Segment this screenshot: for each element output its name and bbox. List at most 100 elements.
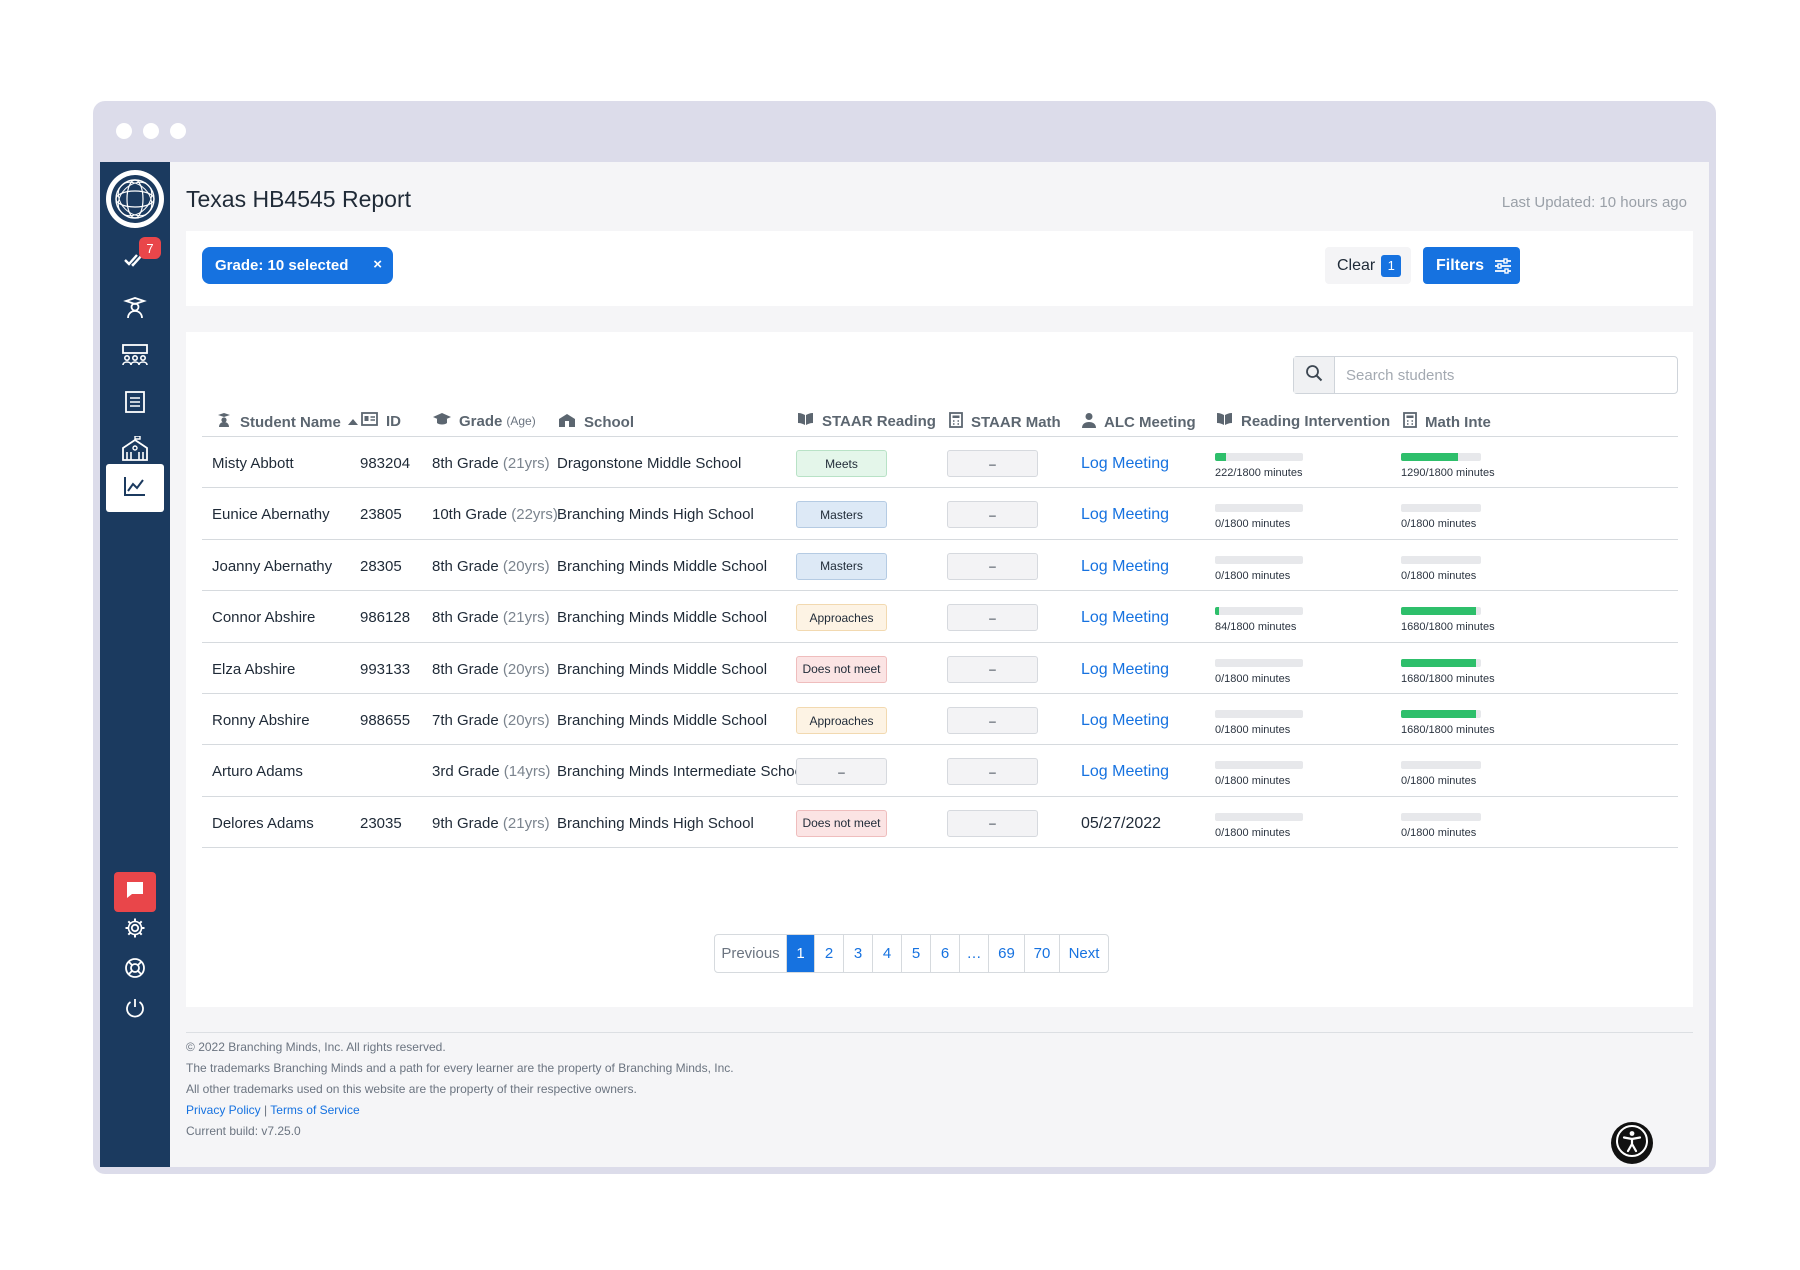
sidebar-item-logout[interactable] — [106, 986, 164, 1034]
table-row[interactable]: Elza Abshire 993133 8th Grade (20yrs) Branc… — [202, 642, 1678, 694]
terms-of-service-link[interactable]: Terms of Service — [270, 1103, 359, 1117]
table-row[interactable]: Connor Abshire 986128 8th Grade (21yrs) Bra… — [202, 590, 1678, 643]
grade-filter-chip[interactable]: Grade: 10 selected × — [202, 247, 393, 284]
reading-intervention-bar — [1215, 607, 1303, 616]
staar-reading-badge: Meets — [796, 450, 887, 477]
column-header-staar-reading[interactable]: STAAR Reading — [797, 412, 936, 430]
column-header-grade[interactable]: Grade (Age) — [433, 412, 536, 430]
column-header-staar-math[interactable]: STAAR Math — [949, 412, 1061, 432]
column-label: STAAR Reading — [822, 412, 936, 430]
column-header-student-name[interactable]: Student Name — [216, 412, 366, 432]
sidebar-item-students[interactable] — [106, 286, 164, 334]
table-row[interactable]: Misty Abbott 983204 8th Grade (21yrs) Drago… — [202, 436, 1678, 489]
clear-label: Clear — [1337, 256, 1376, 274]
sidebar: 7 — [100, 162, 170, 1167]
table-row[interactable]: Ronny Abshire 988655 7th Grade (20yrs) Bran… — [202, 693, 1678, 746]
filters-button[interactable]: Filters — [1423, 247, 1520, 284]
search-box — [1293, 356, 1678, 394]
main-content: Texas HB4545 Report Last Updated: 10 hou… — [170, 162, 1709, 1167]
search-input[interactable] — [1335, 357, 1665, 393]
grade-cell: 9th Grade (21yrs) — [432, 815, 550, 832]
sidebar-item-interventions[interactable] — [106, 380, 164, 428]
browser-window: 7 Texas HB4545 Report Last Updated: 10 h… — [93, 101, 1716, 1174]
sidebar-item-tasks[interactable]: 7 — [106, 237, 164, 285]
footer-trademark-2: All other trademarks used on this websit… — [186, 1082, 637, 1096]
accessibility-button[interactable] — [1611, 1122, 1653, 1164]
column-label: ALC Meeting — [1104, 413, 1196, 431]
student-name[interactable]: Eunice Abernathy — [212, 506, 330, 523]
math-intervention-label: 1680/1800 minutes — [1401, 621, 1495, 634]
log-meeting-link[interactable]: Log Meeting — [1081, 455, 1169, 473]
column-header-id[interactable]: ID — [361, 412, 401, 430]
student-name[interactable]: Connor Abshire — [212, 609, 315, 626]
log-meeting-link[interactable]: Log Meeting — [1081, 712, 1169, 730]
grade-cell: 8th Grade (21yrs) — [432, 609, 550, 626]
log-meeting-link[interactable]: Log Meeting — [1081, 661, 1169, 679]
pagination-next[interactable]: Next — [1060, 935, 1108, 972]
column-header-alc-meeting[interactable]: ALC Meeting — [1082, 412, 1196, 432]
age-text: (21yrs) — [502, 609, 550, 627]
calculator-icon — [1403, 412, 1425, 432]
student-id: 983204 — [360, 455, 411, 472]
pagination-page-1[interactable]: 1 — [787, 935, 815, 972]
student-name[interactable]: Delores Adams — [212, 815, 314, 832]
school-name: Branching Minds Intermediate School — [557, 763, 807, 781]
table-row[interactable]: Joanny Abernathy 28305 8th Grade (20yrs) Br… — [202, 539, 1678, 592]
book-icon — [797, 412, 822, 430]
globe-logo-icon[interactable] — [106, 170, 164, 228]
search-button[interactable] — [1294, 357, 1335, 393]
pagination-page-4[interactable]: 4 — [873, 935, 902, 972]
table-row[interactable]: Arturo Adams 3rd Grade (14yrs) Branching M… — [202, 744, 1678, 797]
privacy-policy-link[interactable]: Privacy Policy — [186, 1103, 261, 1117]
math-intervention-bar — [1401, 658, 1481, 667]
column-label: Reading Intervention — [1241, 412, 1391, 430]
column-header-school[interactable]: School — [558, 412, 634, 432]
power-icon — [124, 997, 146, 1024]
calculator-icon — [949, 412, 971, 432]
clear-button[interactable]: Clear 1 — [1325, 247, 1411, 284]
log-meeting-link[interactable]: Log Meeting — [1081, 558, 1169, 576]
math-intervention-label: 1290/1800 minutes — [1401, 467, 1495, 479]
chip-remove-button[interactable]: × — [373, 256, 382, 273]
window-minimize-dot[interactable] — [143, 123, 159, 139]
gear-icon — [124, 917, 146, 944]
reading-intervention-fill — [1215, 453, 1226, 461]
age-text: (14yrs) — [503, 763, 551, 781]
table-row[interactable]: Delores Adams 23035 9th Grade (21yrs) Branc… — [202, 796, 1678, 849]
student-name[interactable]: Elza Abshire — [212, 661, 295, 678]
sidebar-item-reports[interactable] — [106, 464, 164, 512]
student-name[interactable]: Misty Abbott — [212, 455, 294, 472]
tasks-badge: 7 — [139, 237, 161, 259]
pagination-page-6[interactable]: 6 — [931, 935, 960, 972]
reading-intervention-bar — [1215, 658, 1303, 667]
table-row[interactable]: Eunice Abernathy 23805 10th Grade (22yrs) B… — [202, 487, 1678, 540]
pagination-previous[interactable]: Previous — [715, 935, 787, 972]
staar-reading-badge: Approaches — [796, 604, 887, 632]
staar-math-badge: – — [947, 707, 1038, 734]
age-text: (20yrs) — [502, 557, 550, 575]
student-name[interactable]: Arturo Adams — [212, 763, 303, 780]
student-icon — [216, 412, 240, 432]
student-name[interactable]: Joanny Abernathy — [212, 558, 332, 575]
staar-math-badge: – — [947, 450, 1038, 477]
pagination-page-2[interactable]: 2 — [815, 935, 844, 972]
pagination-page-5[interactable]: 5 — [902, 935, 931, 972]
staar-reading-badge: Masters — [796, 552, 887, 580]
pagination-page-69[interactable]: 69 — [989, 935, 1025, 972]
notebook-icon — [124, 390, 146, 419]
window-close-dot[interactable] — [116, 123, 132, 139]
math-intervention-bar — [1401, 453, 1481, 461]
reading-intervention-fill — [1215, 607, 1220, 616]
log-meeting-link[interactable]: Log Meeting — [1081, 763, 1169, 781]
window-maximize-dot[interactable] — [170, 123, 186, 139]
reading-intervention-bar — [1215, 555, 1303, 564]
log-meeting-link[interactable]: Log Meeting — [1081, 506, 1169, 524]
staar-math-badge: – — [947, 501, 1038, 529]
log-meeting-link[interactable]: Log Meeting — [1081, 609, 1169, 627]
student-name[interactable]: Ronny Abshire — [212, 712, 310, 729]
sidebar-item-groups[interactable] — [106, 333, 164, 381]
pagination-page-3[interactable]: 3 — [844, 935, 873, 972]
pagination-page-70[interactable]: 70 — [1025, 935, 1060, 972]
column-header-reading-intervention[interactable]: Reading Intervention — [1216, 412, 1390, 430]
column-header-math-intervention[interactable]: Math Inte — [1403, 412, 1491, 432]
